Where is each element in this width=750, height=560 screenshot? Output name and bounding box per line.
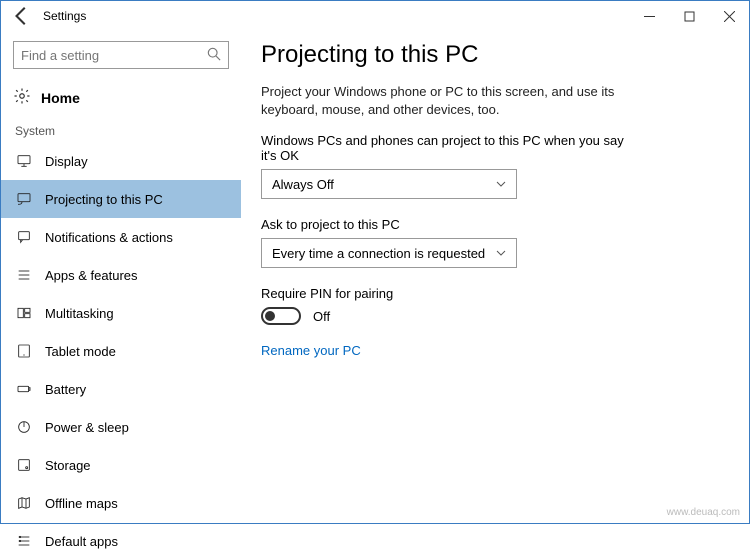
setting-project-dropdown[interactable]: Always Off <box>261 169 517 199</box>
notification-icon <box>15 228 33 246</box>
titlebar: Settings <box>1 1 749 31</box>
monitor-icon <box>15 152 33 170</box>
apps-icon <box>15 266 33 284</box>
projecting-icon <box>15 190 33 208</box>
nav-label: Apps & features <box>45 268 138 283</box>
section-label: System <box>15 124 229 138</box>
nav-battery[interactable]: Battery <box>1 370 241 408</box>
rename-pc-link[interactable]: Rename your PC <box>261 343 719 358</box>
setting-pin-label: Require PIN for pairing <box>261 286 641 301</box>
dropdown-value: Always Off <box>272 177 334 192</box>
back-button[interactable] <box>11 5 33 27</box>
setting-project-label: Windows PCs and phones can project to th… <box>261 133 641 163</box>
main-panel: Projecting to this PC Project your Windo… <box>241 31 749 523</box>
nav-storage[interactable]: Storage <box>1 446 241 484</box>
home-label: Home <box>41 90 80 106</box>
storage-icon <box>15 456 33 474</box>
setting-ask-dropdown[interactable]: Every time a connection is requested <box>261 238 517 268</box>
tablet-icon <box>15 342 33 360</box>
nav-label: Projecting to this PC <box>45 192 163 207</box>
chevron-down-icon <box>496 246 506 261</box>
watermark: www.deuaq.com <box>667 507 740 518</box>
nav-power[interactable]: Power & sleep <box>1 408 241 446</box>
page-description: Project your Windows phone or PC to this… <box>261 83 641 119</box>
nav-label: Tablet mode <box>45 344 116 359</box>
nav-label: Notifications & actions <box>45 230 173 245</box>
nav-tablet[interactable]: Tablet mode <box>1 332 241 370</box>
search-icon <box>207 47 221 64</box>
nav-label: Offline maps <box>45 496 118 511</box>
sidebar: Home System Display Projecting to this P… <box>1 31 241 523</box>
minimize-button[interactable] <box>629 2 669 30</box>
setting-ask-label: Ask to project to this PC <box>261 217 641 232</box>
map-icon <box>15 494 33 512</box>
nav-apps[interactable]: Apps & features <box>1 256 241 294</box>
dropdown-value: Every time a connection is requested <box>272 246 485 261</box>
nav-label: Battery <box>45 382 86 397</box>
pin-toggle[interactable] <box>261 307 301 325</box>
search-box[interactable] <box>13 41 229 69</box>
nav-multitasking[interactable]: Multitasking <box>1 294 241 332</box>
default-apps-icon <box>15 532 33 550</box>
nav-default-apps[interactable]: Default apps <box>1 522 241 560</box>
battery-icon <box>15 380 33 398</box>
nav-list: Display Projecting to this PC Notificati… <box>1 142 241 560</box>
home-link[interactable]: Home <box>13 83 229 118</box>
page-title: Projecting to this PC <box>261 41 719 69</box>
nav-maps[interactable]: Offline maps <box>1 484 241 522</box>
nav-label: Default apps <box>45 534 118 549</box>
close-button[interactable] <box>709 2 749 30</box>
nav-projecting[interactable]: Projecting to this PC <box>1 180 241 218</box>
nav-label: Multitasking <box>45 306 114 321</box>
nav-display[interactable]: Display <box>1 142 241 180</box>
toggle-state: Off <box>313 309 330 324</box>
gear-icon <box>13 87 31 108</box>
chevron-down-icon <box>496 177 506 192</box>
nav-label: Storage <box>45 458 91 473</box>
search-input[interactable] <box>21 48 207 63</box>
window-title: Settings <box>43 9 86 23</box>
nav-label: Power & sleep <box>45 420 129 435</box>
maximize-button[interactable] <box>669 2 709 30</box>
nav-label: Display <box>45 154 88 169</box>
multitasking-icon <box>15 304 33 322</box>
nav-notifications[interactable]: Notifications & actions <box>1 218 241 256</box>
power-icon <box>15 418 33 436</box>
